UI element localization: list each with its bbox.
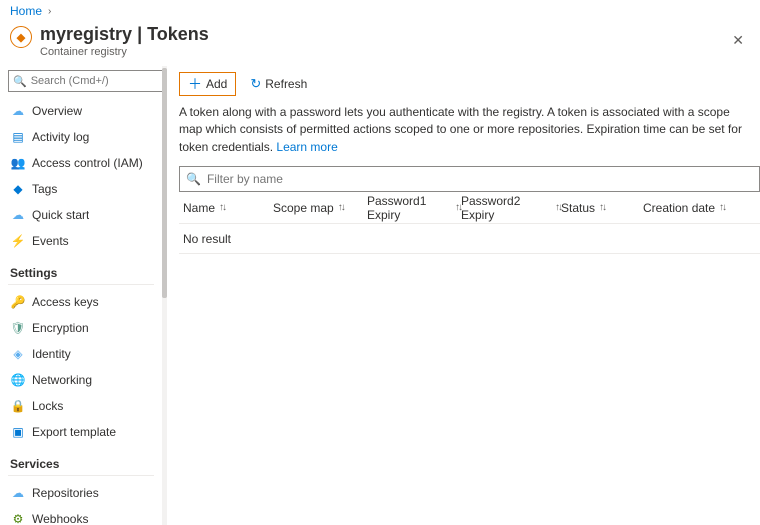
- column-label: Password1 Expiry: [367, 194, 451, 222]
- page-title: myregistry | Tokens: [40, 24, 209, 45]
- lightning-icon: ⚡: [10, 233, 26, 249]
- sidebar-item-label: Identity: [32, 347, 71, 361]
- add-button[interactable]: ＋ Add: [179, 72, 236, 96]
- sidebar-item-label: Tags: [32, 182, 57, 196]
- sidebar-item-label: Networking: [32, 373, 92, 387]
- container-registry-icon: ◆: [10, 26, 32, 48]
- add-button-label: Add: [206, 77, 227, 91]
- webhooks-icon: ⚙: [10, 511, 26, 525]
- sidebar-item-quick-start[interactable]: ☁ Quick start: [8, 202, 154, 228]
- table-header-row: Name ↑↓ Scope map ↑↓ Password1 Expiry ↑↓…: [179, 192, 760, 224]
- learn-more-link[interactable]: Learn more: [276, 140, 337, 154]
- chevron-right-icon: ›: [48, 6, 51, 17]
- column-label: Scope map: [273, 201, 334, 215]
- people-icon: 👥: [10, 155, 26, 171]
- identity-icon: ◈: [10, 346, 26, 362]
- lock-icon: 🔒: [10, 398, 26, 414]
- sidebar: 🔍 « ☁ Overview ▤ Activity log 👥 Access c…: [0, 66, 162, 525]
- sidebar-item-label: Repositories: [32, 486, 99, 500]
- rocket-icon: ☁: [10, 207, 26, 223]
- sidebar-section-settings: Settings: [8, 264, 154, 282]
- refresh-button[interactable]: ↻ Refresh: [246, 72, 311, 96]
- sidebar-item-identity[interactable]: ◈ Identity: [8, 341, 154, 367]
- sidebar-item-events[interactable]: ⚡ Events: [8, 228, 154, 254]
- table-empty-row: No result: [179, 224, 760, 254]
- shield-icon: 🛡: [10, 320, 26, 336]
- column-name[interactable]: Name ↑↓: [179, 201, 273, 215]
- column-scope-map[interactable]: Scope map ↑↓: [273, 201, 367, 215]
- column-password1-expiry[interactable]: Password1 Expiry ↑↓: [367, 194, 461, 222]
- toolbar: ＋ Add ↻ Refresh: [179, 66, 760, 104]
- page-subtitle: Container registry: [40, 46, 209, 58]
- filter-input[interactable]: [207, 172, 753, 186]
- key-icon: 🔑: [10, 294, 26, 310]
- tags-icon: ◆: [10, 181, 26, 197]
- main-content: ＋ Add ↻ Refresh A token along with a pas…: [167, 66, 760, 525]
- sidebar-item-export-template[interactable]: ▣ Export template: [8, 419, 154, 445]
- sidebar-item-label: Access keys: [32, 295, 99, 309]
- sidebar-item-repositories[interactable]: ☁ Repositories: [8, 480, 154, 506]
- sort-icon: ↑↓: [719, 202, 725, 213]
- sidebar-item-overview[interactable]: ☁ Overview: [8, 98, 154, 124]
- column-label: Creation date: [643, 201, 715, 215]
- sidebar-item-label: Overview: [32, 104, 82, 118]
- sort-icon: ↑↓: [219, 202, 225, 213]
- column-creation-date[interactable]: Creation date ↑↓: [643, 201, 743, 215]
- sidebar-item-encryption[interactable]: 🛡 Encryption: [8, 315, 154, 341]
- sidebar-search[interactable]: 🔍: [8, 70, 162, 92]
- filter-by-name[interactable]: 🔍: [179, 166, 760, 192]
- sidebar-item-locks[interactable]: 🔒 Locks: [8, 393, 154, 419]
- globe-icon: 🌐: [10, 372, 26, 388]
- sidebar-item-access-control[interactable]: 👥 Access control (IAM): [8, 150, 154, 176]
- column-label: Name: [183, 201, 215, 215]
- sidebar-item-networking[interactable]: 🌐 Networking: [8, 367, 154, 393]
- refresh-icon: ↻: [250, 76, 261, 92]
- template-icon: ▣: [10, 424, 26, 440]
- sidebar-item-webhooks[interactable]: ⚙ Webhooks: [8, 506, 154, 525]
- column-status[interactable]: Status ↑↓: [561, 201, 643, 215]
- sidebar-item-label: Access control (IAM): [32, 156, 143, 170]
- activity-log-icon: ▤: [10, 129, 26, 145]
- cloud-icon: ☁: [10, 103, 26, 119]
- sidebar-item-access-keys[interactable]: 🔑 Access keys: [8, 289, 154, 315]
- search-icon: 🔍: [13, 75, 27, 88]
- description-text: A token along with a password lets you a…: [179, 104, 759, 156]
- sidebar-item-label: Events: [32, 234, 69, 248]
- breadcrumb: Home ›: [0, 0, 760, 22]
- sidebar-item-label: Activity log: [32, 130, 89, 144]
- column-label: Status: [561, 201, 595, 215]
- no-result-text: No result: [183, 232, 231, 246]
- column-label: Password2 Expiry: [461, 194, 551, 222]
- page-title-row: ◆ myregistry | Tokens Container registry…: [0, 22, 760, 66]
- sidebar-item-label: Locks: [32, 399, 63, 413]
- column-password2-expiry[interactable]: Password2 Expiry ↑↓: [461, 194, 561, 222]
- breadcrumb-home[interactable]: Home: [10, 4, 42, 18]
- search-icon: 🔍: [186, 172, 201, 186]
- sidebar-item-label: Encryption: [32, 321, 89, 335]
- sidebar-section-services: Services: [8, 455, 154, 473]
- refresh-button-label: Refresh: [265, 77, 307, 91]
- sort-icon: ↑↓: [338, 202, 344, 213]
- sort-icon: ↑↓: [599, 202, 605, 213]
- sidebar-item-label: Export template: [32, 425, 116, 439]
- sidebar-item-activity-log[interactable]: ▤ Activity log: [8, 124, 154, 150]
- plus-icon: ＋: [188, 77, 202, 91]
- repositories-icon: ☁: [10, 485, 26, 501]
- sidebar-search-input[interactable]: [31, 75, 162, 87]
- sidebar-item-tags[interactable]: ◆ Tags: [8, 176, 154, 202]
- close-icon[interactable]: ✕: [728, 28, 748, 53]
- sidebar-item-label: Quick start: [32, 208, 89, 222]
